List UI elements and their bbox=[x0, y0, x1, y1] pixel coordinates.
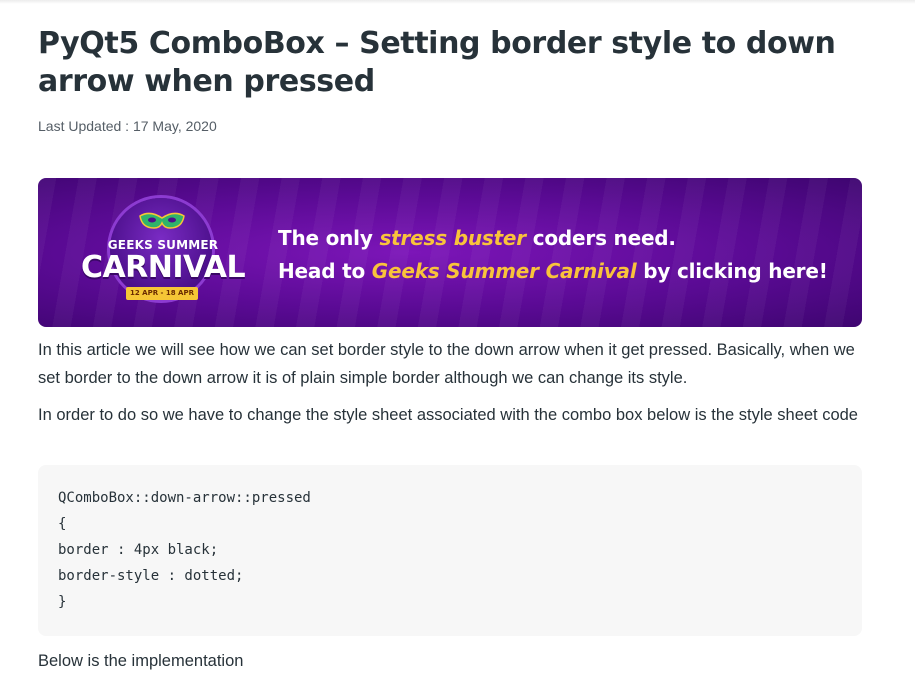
banner-message[interactable]: The only stress buster coders need. Head… bbox=[278, 222, 828, 288]
banner-line-1-pre: The only bbox=[278, 226, 380, 250]
code-block[interactable]: QComboBox::down-arrow::pressed{border : … bbox=[38, 465, 862, 636]
banner-line-1-post: coders need. bbox=[525, 226, 676, 250]
header-shadow bbox=[0, 0, 915, 4]
carnival-logo: GEEKS SUMMER CARNIVAL 12 APR - 18 APR bbox=[78, 190, 248, 318]
last-updated: Last Updated : 17 May, 2020 bbox=[38, 118, 217, 134]
banner-line-2-pre: Head to bbox=[278, 259, 372, 283]
code-line: border-style : dotted; bbox=[58, 568, 244, 584]
banner-line-2: Head to Geeks Summer Carnival by clickin… bbox=[278, 255, 828, 288]
code-line: QComboBox::down-arrow::pressed bbox=[58, 490, 311, 506]
banner-line-2-highlight: Geeks Summer Carnival bbox=[371, 259, 637, 283]
intro-paragraph: In this article we will see how we can s… bbox=[38, 341, 855, 387]
carnival-mask-icon bbox=[139, 212, 185, 229]
banner-line-2-post: by clicking here! bbox=[636, 259, 828, 283]
promo-banner[interactable]: GEEKS SUMMER CARNIVAL 12 APR - 18 APR Th… bbox=[38, 178, 862, 327]
stylesheet-paragraph: In order to do so we have to change the … bbox=[38, 406, 858, 424]
banner-line-1: The only stress buster coders need. bbox=[278, 222, 828, 255]
logo-dates-ribbon: 12 APR - 18 APR bbox=[126, 287, 198, 300]
page-title: PyQt5 ComboBox – Setting border style to… bbox=[38, 26, 836, 99]
logo-main-text: CARNIVAL bbox=[80, 250, 246, 285]
implementation-paragraph: Below is the implementation bbox=[38, 652, 244, 670]
code-line: } bbox=[58, 594, 67, 610]
code-line: { bbox=[58, 516, 67, 532]
banner-line-1-highlight: stress buster bbox=[379, 226, 526, 250]
code-line: border : 4px black; bbox=[58, 542, 219, 558]
code-content: QComboBox::down-arrow::pressed{border : … bbox=[58, 485, 311, 615]
